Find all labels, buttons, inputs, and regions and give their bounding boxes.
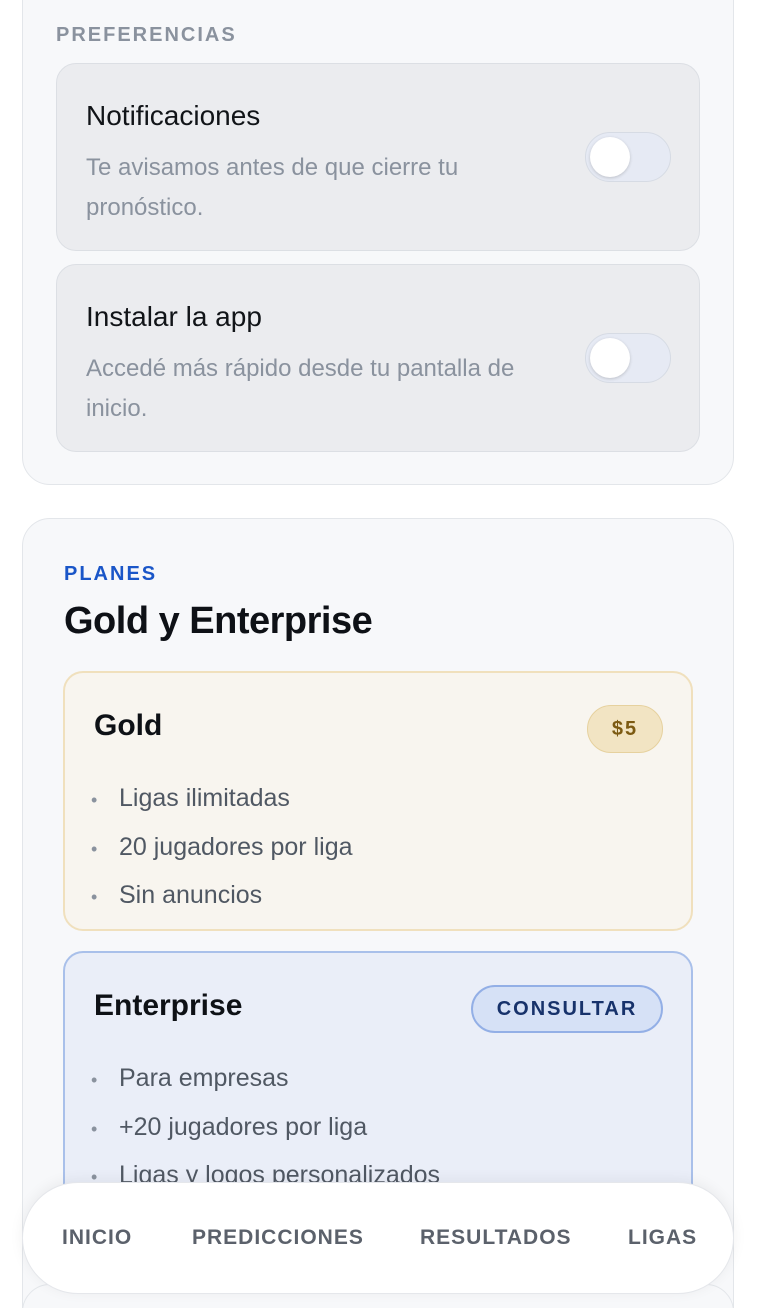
feature-item: • Ligas ilimitadas [91, 775, 353, 824]
price-badge[interactable]: $5 [587, 705, 663, 753]
nav-item-inicio[interactable]: INICIO [62, 1226, 132, 1250]
plan-name: Enterprise [94, 989, 243, 1022]
feature-list: • Para empresas • +20 jugadores por liga •… [91, 1055, 440, 1201]
preferences-section-label: PREFERENCIAS [56, 24, 237, 46]
toggle-knob [590, 338, 630, 378]
install-app-description: Accedé más rápido desde tu pantalla de i… [86, 355, 515, 422]
bullet-icon: • [91, 1070, 98, 1090]
bullet-icon: • [91, 1118, 98, 1139]
feature-text: Ligas ilimitadas [119, 784, 290, 812]
feature-text: Para empresas [119, 1064, 289, 1092]
plans-title: Gold y Enterprise [64, 600, 373, 642]
plan-gold: Gold $5 • Ligas ilimitadas • 20 jugadores … [63, 671, 693, 931]
feature-text: Sin anuncios [119, 881, 263, 909]
feature-item: • +20 jugadores por liga [91, 1104, 440, 1153]
notifications-description: Te avisamos antes de que cierre tu pronó… [86, 154, 459, 221]
bullet-icon: • [91, 790, 98, 810]
feature-list: • Ligas ilimitadas • 20 jugadores por liga… [91, 775, 353, 921]
plans-eyebrow: PLANES [64, 563, 158, 585]
nav-item-ligas[interactable]: LIGAS [628, 1226, 697, 1250]
toggle-knob [590, 137, 630, 177]
feature-item: • Sin anuncios [91, 872, 353, 921]
plan-name: Gold [94, 709, 163, 742]
nav-item-resultados[interactable]: RESULTADOS [420, 1226, 572, 1250]
install-app-title: Instalar la app [86, 301, 262, 332]
consult-button[interactable]: CONSULTAR [471, 985, 663, 1033]
feature-item: • 20 jugadores por liga [91, 824, 353, 873]
bullet-icon: • [91, 887, 98, 907]
notifications-title: Notificaciones [86, 100, 261, 131]
bullet-icon: • [91, 838, 98, 859]
notifications-setting: Notificaciones Te avisamos antes de que … [56, 63, 700, 251]
notifications-toggle[interactable] [585, 132, 671, 182]
nav-item-predicciones[interactable]: PREDICCIONES [192, 1226, 364, 1250]
feature-text: 20 jugadores por liga [119, 832, 353, 861]
screen: PREFERENCIAS Notificaciones Te avisamos … [0, 0, 764, 1308]
feature-item: • Para empresas [91, 1055, 440, 1104]
install-app-setting: Instalar la app Accedé más rápido desde … [56, 264, 700, 452]
feature-text: +20 jugadores por liga [119, 1112, 368, 1141]
install-app-toggle[interactable] [585, 333, 671, 383]
